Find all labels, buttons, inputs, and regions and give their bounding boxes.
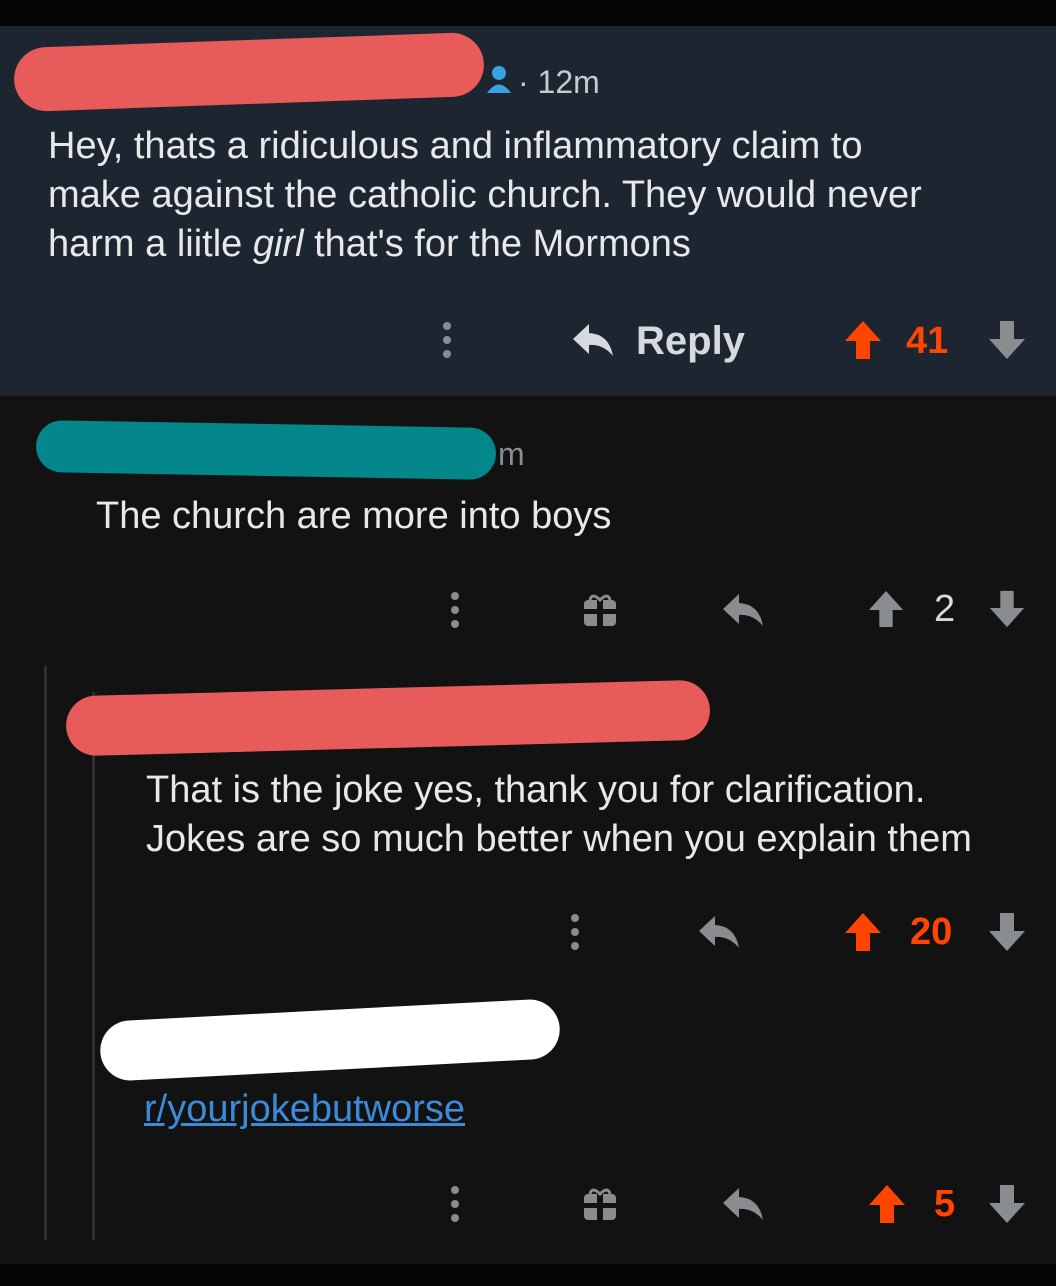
upvote-icon[interactable] (866, 588, 906, 630)
more-icon[interactable] (568, 910, 582, 954)
reply-thread: m The church are more into boys 2 That i… (0, 396, 1056, 1264)
score-value: 20 (910, 910, 953, 953)
user-icon (484, 62, 514, 96)
vote-score: 2 (934, 586, 955, 632)
redacted-username (98, 998, 562, 1082)
redacted-username (35, 419, 497, 481)
reply-icon[interactable] (696, 912, 742, 952)
thread-line[interactable] (44, 666, 47, 1240)
comment-body: That is the joke yes, thank you for clar… (146, 766, 972, 864)
score-value: 41 (906, 319, 949, 362)
reply-icon[interactable] (720, 590, 766, 630)
body-line: make against the catholic church. They w… (48, 174, 922, 216)
comment-body: Hey, thats a ridiculous and inflammatory… (48, 122, 922, 269)
comment-time: m (498, 436, 525, 472)
more-icon[interactable] (440, 318, 454, 362)
italic-text: girl (252, 223, 304, 265)
score-value: 2 (934, 587, 956, 630)
downvote-icon[interactable] (986, 1182, 1028, 1226)
body-line: Jokes are so much better when you explai… (146, 818, 972, 860)
reply-icon[interactable] (720, 1184, 766, 1224)
redacted-username (13, 31, 485, 113)
award-icon[interactable] (580, 1184, 620, 1224)
vote-score: 41 (906, 316, 948, 366)
thread-line[interactable] (92, 692, 95, 1240)
downvote-icon[interactable] (986, 910, 1028, 954)
upvote-icon[interactable] (866, 1182, 908, 1226)
downvote-icon[interactable] (986, 588, 1028, 630)
body-line: harm a liitle girl that's for the Mormon… (48, 220, 922, 269)
score-value: 5 (934, 1182, 956, 1225)
reply-button[interactable]: Reply (636, 316, 745, 366)
meta-dot: · (518, 64, 529, 100)
comment-body: The church are more into boys (96, 495, 612, 537)
more-icon[interactable] (448, 1182, 462, 1226)
body-line: That is the joke yes, thank you for clar… (146, 769, 926, 811)
highlighted-comment: · 12m Hey, thats a ridiculous and inflam… (0, 26, 1056, 396)
subreddit-link[interactable]: r/yourjokebutworse (144, 1088, 465, 1131)
comment-meta: · 12m (518, 64, 600, 101)
bottom-edge (0, 1264, 1056, 1286)
reply-label: Reply (636, 318, 745, 363)
vote-score: 5 (934, 1180, 955, 1228)
award-icon[interactable] (580, 590, 620, 630)
reply-icon[interactable] (568, 318, 618, 362)
downvote-icon[interactable] (986, 318, 1028, 362)
body-text-segment: harm a liitle (48, 223, 253, 265)
comment-time: 12m (537, 64, 600, 100)
body-text-segment: that's for the Mormons (303, 223, 691, 265)
body-line: Hey, thats a ridiculous and inflammatory… (48, 125, 863, 167)
upvote-icon[interactable] (842, 910, 884, 954)
vote-score: 20 (910, 908, 952, 956)
more-icon[interactable] (448, 588, 462, 632)
redacted-username (65, 679, 711, 757)
upvote-icon[interactable] (842, 318, 884, 362)
top-edge (0, 0, 1056, 26)
